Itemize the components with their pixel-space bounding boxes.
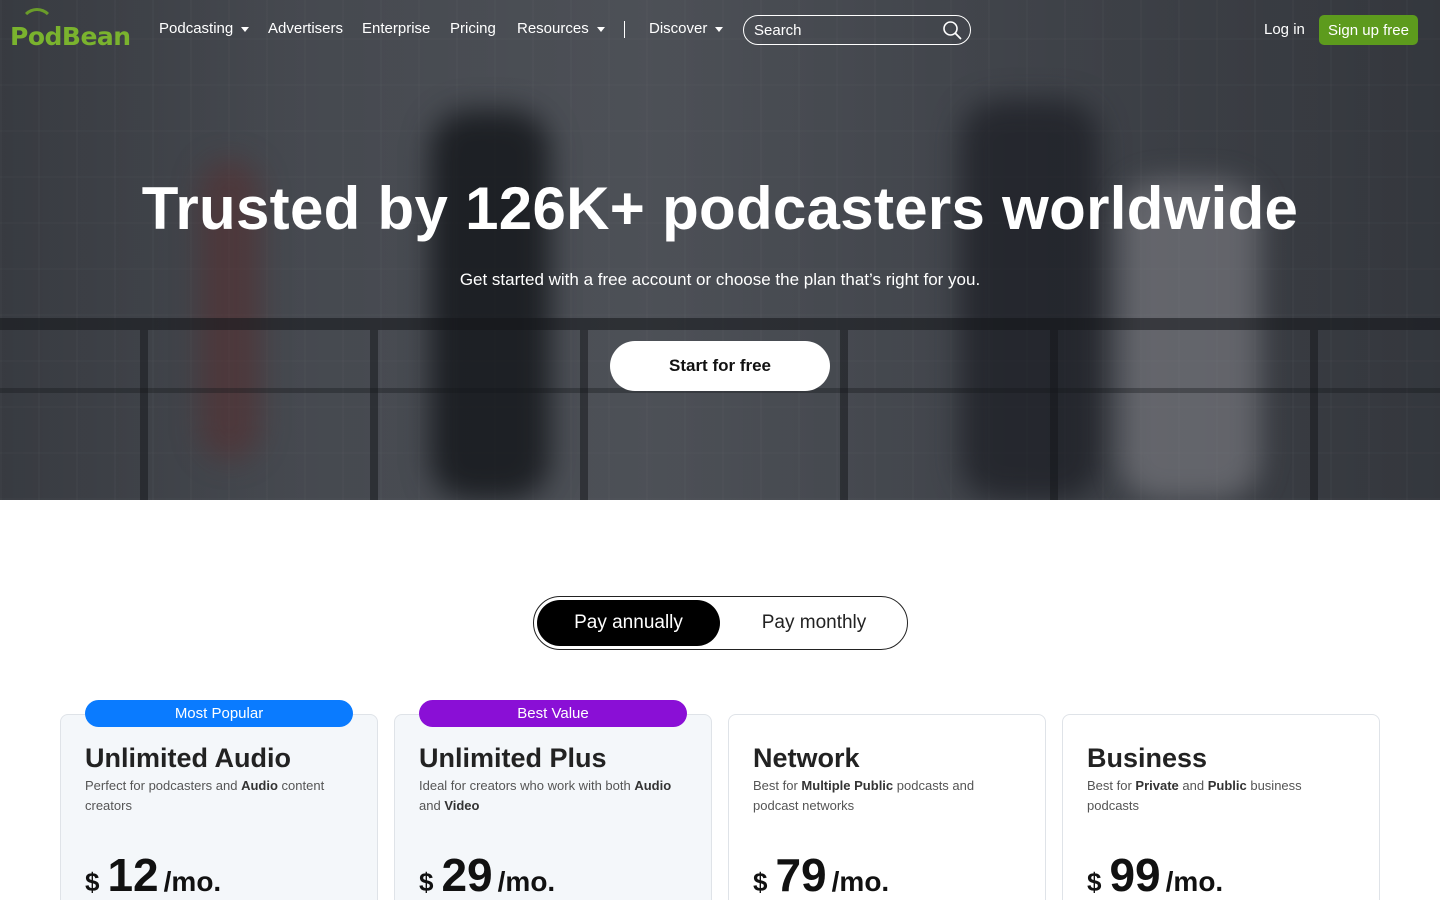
price-amount: 29 (441, 849, 493, 900)
plan-name: Unlimited Plus (419, 743, 607, 773)
caret-down-icon (715, 27, 724, 32)
hero-background-figure (960, 100, 1100, 500)
nav-item-advertisers[interactable]: Advertisers (268, 20, 343, 37)
hero-section: Trusted by 126K+ podcasters worldwide Ge… (0, 0, 1440, 500)
plan-name: Network (753, 743, 860, 773)
nav-item-label: Discover (649, 20, 708, 37)
nav-item-enterprise[interactable]: Enterprise (362, 20, 430, 37)
pay-monthly-option[interactable]: Pay monthly (724, 600, 904, 646)
plan-price: $ 29 /mo. (419, 848, 555, 900)
nav-item-discover[interactable]: Discover (649, 20, 724, 37)
plan-description: Ideal for creators who work with both Au… (419, 778, 672, 813)
hero-railing-post (140, 330, 148, 500)
nav-item-label: Pricing (450, 20, 496, 37)
billing-toggle: Pay annually Pay monthly (533, 596, 908, 650)
price-currency: $ (753, 867, 768, 897)
nav-item-podcasting[interactable]: Podcasting (159, 20, 250, 37)
hero-subtitle: Get started with a free account or choos… (459, 270, 981, 289)
hero-title: Trusted by 126K+ podcasters worldwide (141, 175, 1299, 242)
nav-item-resources[interactable]: Resources (517, 20, 605, 37)
nav-item-pricing[interactable]: Pricing (450, 20, 496, 37)
hero-railing-post (1310, 330, 1318, 500)
price-period: /mo. (831, 866, 890, 897)
most-popular-badge: Most Popular (85, 700, 353, 727)
hero-railing-post (1050, 330, 1058, 500)
caret-down-icon (596, 27, 605, 32)
plan-description: Best for Multiple Public podcasts and po… (753, 778, 975, 813)
price-currency: $ (419, 867, 434, 897)
plan-price: $ 79 /mo. (753, 848, 889, 900)
nav-divider (624, 21, 625, 38)
nav-item-label: Resources (517, 20, 589, 37)
price-currency: $ (85, 867, 100, 897)
hero-railing-post (370, 330, 378, 500)
plan-price: $ 12 /mo. (85, 848, 221, 900)
plan-name: Business (1087, 743, 1208, 773)
login-link[interactable]: Log in (1264, 21, 1305, 38)
start-for-free-button[interactable]: Start for free (610, 341, 830, 391)
pay-annually-option[interactable]: Pay annually (537, 600, 720, 646)
signup-button[interactable]: Sign up free (1319, 15, 1418, 45)
price-period: /mo. (163, 866, 222, 897)
plan-price: $ 99 /mo. (1087, 848, 1223, 900)
hero-railing-post (580, 330, 588, 500)
best-value-badge: Best Value (419, 700, 687, 727)
plan-description: Best for Private and Public business pod… (1087, 778, 1302, 813)
search-input[interactable] (754, 21, 934, 40)
podbean-logo[interactable]: PodBean (10, 8, 131, 52)
nav-item-label: Advertisers (268, 20, 344, 37)
nav-item-label: Podcasting (159, 20, 234, 37)
price-amount: 99 (1109, 849, 1161, 900)
search-box (743, 15, 971, 45)
hero-background-figure (430, 110, 550, 500)
price-period: /mo. (497, 866, 556, 897)
plan-name: Unlimited Audio (85, 743, 291, 773)
top-navigation: PodBean Podcasting Advertisers Enterpris… (0, 0, 1440, 60)
search-icon[interactable] (942, 20, 962, 40)
price-amount: 79 (775, 849, 827, 900)
hero-railing-post (840, 330, 848, 500)
price-currency: $ (1087, 867, 1102, 897)
price-period: /mo. (1165, 866, 1224, 897)
nav-item-label: Enterprise (362, 20, 431, 37)
price-amount: 12 (107, 849, 159, 900)
logo-text: PodBean (10, 22, 131, 51)
plan-description: Perfect for podcasters and Audio content… (85, 778, 325, 813)
hero-railing (0, 318, 1440, 330)
caret-down-icon (241, 27, 250, 32)
